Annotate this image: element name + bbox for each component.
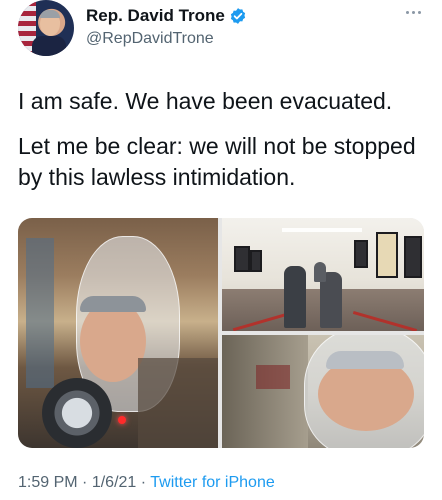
more-dot [405, 10, 409, 14]
wall-frame [404, 236, 422, 278]
avatar-suit [32, 36, 66, 56]
window-panel [26, 238, 54, 388]
photo-hallway-walk[interactable] [222, 218, 424, 331]
tweet-card: Rep. David Trone @RepDavidTrone I am saf… [0, 0, 442, 500]
verified-badge-icon [229, 7, 247, 25]
corridor-wall [222, 335, 308, 448]
tweet-source-link[interactable]: Twitter for iPhone [150, 474, 275, 491]
display-name-row: Rep. David Trone [86, 6, 247, 26]
hair [80, 296, 146, 312]
media-grid [18, 218, 424, 448]
more-dot [411, 10, 415, 14]
author-names: Rep. David Trone @RepDavidTrone [86, 6, 247, 48]
person-walking [284, 266, 306, 328]
footer-separator: · [140, 474, 147, 491]
hair [326, 351, 404, 369]
distant-people [256, 365, 290, 389]
footer-separator: · [82, 474, 88, 491]
face [80, 300, 146, 382]
display-name[interactable]: Rep. David Trone [86, 6, 225, 26]
photo-hood-closeup[interactable] [222, 335, 424, 448]
wall-poster [376, 232, 398, 278]
author-handle[interactable]: @RepDavidTrone [86, 30, 247, 48]
respirator-device [42, 378, 112, 448]
tweet-date[interactable]: 1/6/21 [92, 474, 136, 491]
more-dot [417, 10, 421, 14]
photo-hood-selfie[interactable] [18, 218, 218, 448]
avatar-hair [40, 10, 60, 18]
tweet-header: Rep. David Trone @RepDavidTrone [18, 0, 424, 58]
avatar[interactable] [18, 0, 74, 56]
tweet-time[interactable]: 1:59 PM [18, 474, 78, 491]
tweet-paragraph: Let me be clear: we will not be stopped … [18, 133, 416, 190]
more-options-icon[interactable] [402, 6, 424, 18]
wall-frame [354, 240, 368, 268]
bench [138, 358, 218, 448]
ceiling-light [282, 228, 362, 232]
wall-frame [250, 250, 262, 272]
red-indicator-light [118, 416, 126, 424]
person-walking [314, 262, 326, 282]
tweet-footer: 1:59 PM · 1/6/21 · Twitter for iPhone [18, 474, 275, 492]
wall-frame [234, 246, 250, 272]
tweet-text: I am safe. We have been evacuated. Let m… [18, 86, 428, 207]
tweet-paragraph: I am safe. We have been evacuated. [18, 88, 393, 114]
